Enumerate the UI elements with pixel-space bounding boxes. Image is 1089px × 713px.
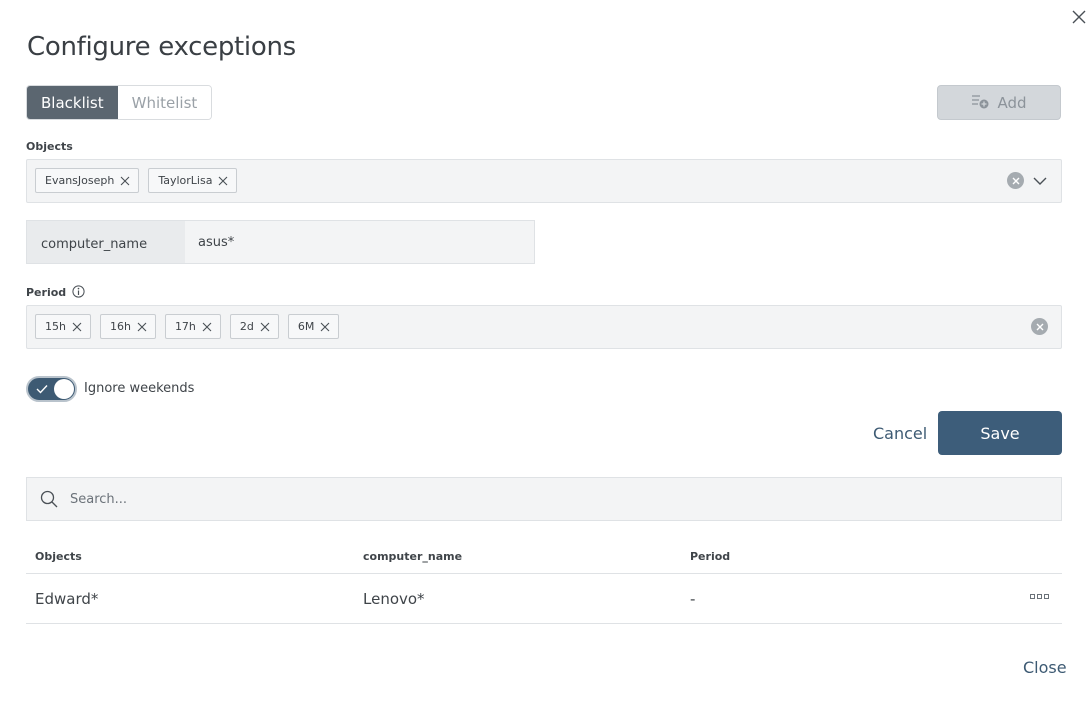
search-icon [40, 490, 58, 508]
list-type-toggle: Blacklist Whitelist [26, 85, 213, 120]
remove-chip-icon[interactable] [320, 322, 330, 332]
period-chip: 6M [287, 314, 340, 339]
period-label: Period [26, 286, 67, 299]
remove-chip-icon[interactable] [120, 176, 130, 186]
clear-objects-icon[interactable] [1007, 172, 1024, 189]
chip-label: 6M [297, 320, 315, 333]
info-icon[interactable] [72, 285, 85, 298]
objects-field[interactable]: EvansJoseph TaylorLisa [26, 159, 1062, 203]
column-header-objects[interactable]: Objects [35, 550, 82, 563]
remove-chip-icon[interactable] [260, 322, 270, 332]
toggle-knob [54, 379, 74, 399]
add-button[interactable]: Add [937, 85, 1061, 120]
period-chip: 17h [164, 314, 221, 339]
add-button-label: Add [997, 93, 1027, 112]
remove-chip-icon[interactable] [218, 176, 228, 186]
cell-objects: Edward* [35, 590, 99, 608]
chip-label: 2d [239, 320, 254, 333]
chevron-down-icon[interactable] [1033, 174, 1047, 188]
cancel-button[interactable]: Cancel [873, 424, 927, 443]
row-divider [26, 623, 1062, 624]
attribute-key: computer_name [27, 221, 185, 263]
chip-label: TaylorLisa [158, 174, 213, 187]
remove-chip-icon[interactable] [202, 322, 212, 332]
objects-label: Objects [26, 140, 73, 153]
column-header-computer-name[interactable]: computer_name [363, 550, 462, 563]
check-icon [36, 385, 48, 394]
period-label-wrap: Period [26, 285, 85, 299]
close-icon[interactable] [1070, 8, 1088, 26]
period-chip: 15h [35, 314, 91, 339]
period-chip: 16h [99, 314, 156, 339]
remove-chip-icon[interactable] [72, 322, 82, 332]
period-chip: 2d [229, 314, 279, 339]
blacklist-tab[interactable]: Blacklist [27, 86, 118, 119]
search-input[interactable] [70, 491, 970, 507]
chip-label: EvansJoseph [45, 174, 115, 187]
dialog-title: Configure exceptions [27, 32, 296, 62]
ignore-weekends-label: Ignore weekends [84, 381, 195, 396]
period-field[interactable]: 15h 16h 17h 2d 6M [26, 305, 1062, 349]
whitelist-tab[interactable]: Whitelist [117, 86, 212, 119]
close-button[interactable]: Close [1023, 658, 1067, 677]
search-bar [26, 477, 1062, 521]
attribute-value-input[interactable]: asus* [185, 221, 534, 263]
add-list-icon [971, 93, 989, 113]
more-options-icon[interactable] [1030, 594, 1049, 599]
chip-label: 16h [109, 320, 131, 333]
remove-chip-icon[interactable] [137, 322, 147, 332]
ignore-weekends-toggle[interactable] [26, 376, 77, 402]
header-divider [26, 573, 1062, 574]
save-button[interactable]: Save [938, 411, 1062, 455]
object-chip: EvansJoseph [35, 168, 140, 193]
cell-period: - [690, 590, 696, 608]
cell-computer-name: Lenovo* [363, 590, 425, 608]
chip-label: 17h [174, 320, 196, 333]
chip-label: 15h [45, 320, 66, 333]
object-chip: TaylorLisa [148, 168, 238, 193]
clear-period-icon[interactable] [1031, 318, 1048, 335]
attribute-filter: computer_name asus* [26, 220, 535, 264]
column-header-period[interactable]: Period [690, 550, 730, 563]
